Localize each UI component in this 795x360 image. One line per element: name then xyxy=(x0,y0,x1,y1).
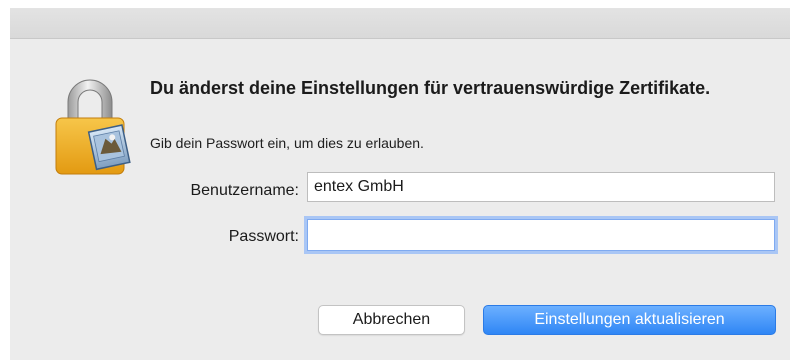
password-field[interactable] xyxy=(307,219,775,251)
cancel-button[interactable]: Abbrechen xyxy=(318,305,465,335)
username-field[interactable] xyxy=(307,172,775,202)
dialog-subtext: Gib dein Passwort ein, um dies zu erlaub… xyxy=(150,135,424,151)
lock-with-certificate-icon xyxy=(55,79,131,175)
update-settings-button[interactable]: Einstellungen aktualisieren xyxy=(483,305,776,335)
window-titlebar xyxy=(10,8,790,39)
authentication-dialog: Du änderst deine Einstellungen für vertr… xyxy=(10,8,790,360)
username-label: Benutzername: xyxy=(190,182,299,199)
password-label: Passwort: xyxy=(228,228,299,245)
dialog-heading: Du änderst deine Einstellungen für vertr… xyxy=(150,78,711,98)
